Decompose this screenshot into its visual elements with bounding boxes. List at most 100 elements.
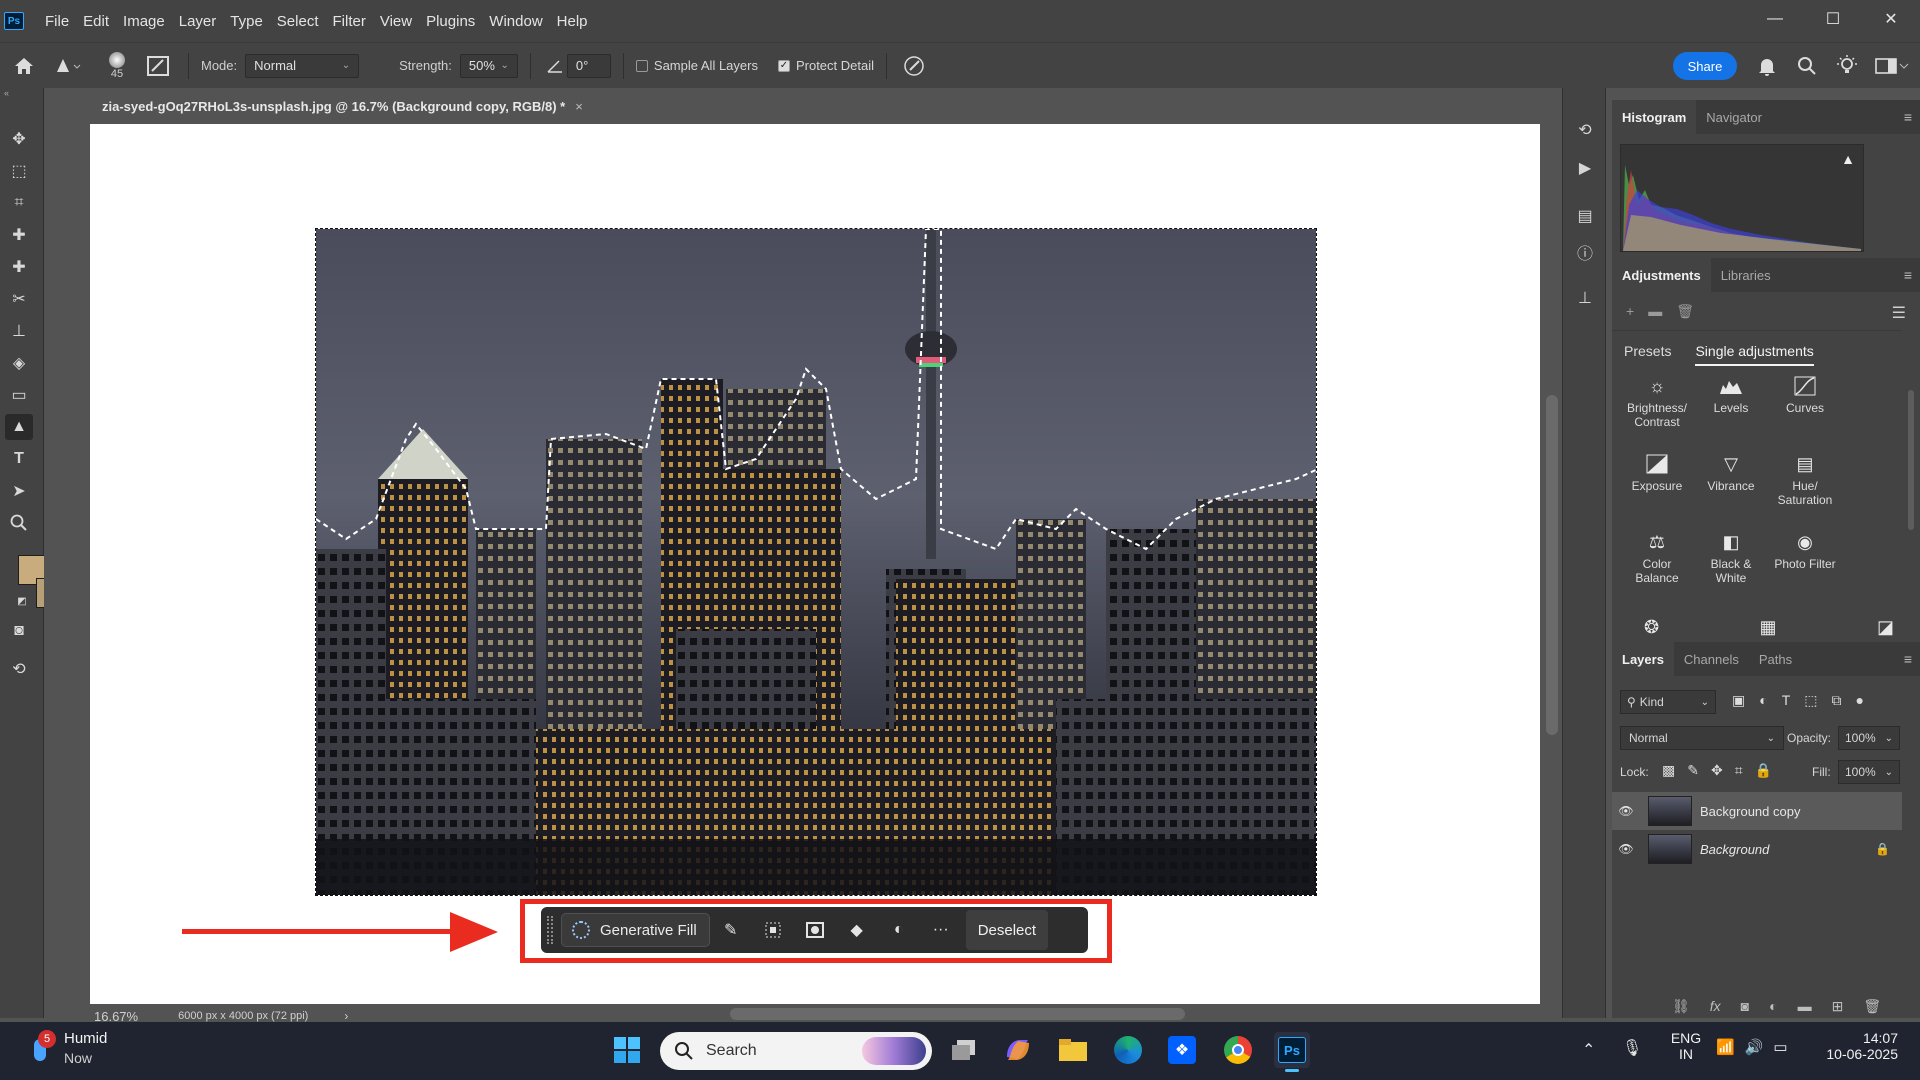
photoshop-taskbar-icon[interactable]: Ps [1274,1032,1310,1072]
adjustment-hue-saturation[interactable]: ▤ Hue/ Saturation [1768,453,1842,521]
menu-help[interactable]: Help [550,13,595,30]
document-tab[interactable]: zia-syed-gOq27RHoL3s-unsplash.jpg @ 16.7… [90,92,595,120]
path-selection-tool-icon[interactable]: ➤ [5,478,33,504]
edit-toolbar-icon[interactable]: ⟲ [5,656,33,682]
spot-healing-tool-icon[interactable]: ✚ [5,222,33,248]
horizontal-scrollbar[interactable] [730,1008,1185,1020]
blend-mode-select[interactable]: Normal ⌄ [1620,726,1784,750]
actions-panel-icon[interactable]: ▶ [1571,154,1599,182]
content-aware-move-tool-icon[interactable]: ✂ [5,286,33,312]
protect-detail-checkbox[interactable]: ✓ Protect Detail [777,58,874,73]
folder-icon[interactable]: ▬ [1648,303,1662,320]
brush-size-picker[interactable]: 45 [94,51,140,80]
strength-input[interactable]: 50% ⌄ [459,53,518,78]
clone-source-panel-icon[interactable]: ⊥ [1571,284,1599,312]
healing-brush-tool-icon[interactable]: ✚ [5,254,33,280]
city-skyline-photo[interactable] [315,228,1317,896]
panel-menu-icon[interactable]: ≡ [1904,109,1912,125]
system-tray-icons[interactable]: 📶 🔊 ▭ [1716,1038,1788,1056]
adjustment-layer-icon[interactable]: ◐ [878,913,920,947]
panel-menu-icon[interactable]: ≡ [1904,651,1912,667]
dropbox-icon[interactable]: ❖ [1164,1032,1200,1068]
add-icon[interactable]: + [1626,303,1634,320]
share-button[interactable]: Share [1673,52,1737,80]
clone-stamp-tool-icon[interactable]: ⊥ [5,318,33,344]
type-tool-icon[interactable]: T [5,446,33,472]
properties-panel-icon[interactable]: ▤ [1571,202,1599,230]
warning-icon[interactable]: ▲ [1841,151,1855,167]
subtab-presets[interactable]: Presets [1624,343,1671,366]
eye-icon[interactable]: 👁 [1612,842,1640,856]
adjustment-black-white[interactable]: ◧ Black & White [1694,531,1768,599]
menu-edit[interactable]: Edit [76,13,116,30]
minimize-button[interactable]: — [1746,0,1804,38]
layer-row[interactable]: 👁 Background 🔒 [1612,830,1902,868]
adjustments-scrollbar[interactable] [1908,390,1914,530]
smart-object-filter-icon[interactable]: ⧉ [1832,692,1842,709]
gradient-tool-icon[interactable]: ▭ [5,382,33,408]
tab-histogram[interactable]: Histogram [1612,100,1697,134]
mask-icon[interactable] [794,913,836,947]
default-colors-icon[interactable]: ◩ [8,588,36,614]
taskbar-search-box[interactable]: Search [660,1032,932,1070]
tab-navigator[interactable]: Navigator [1696,100,1772,134]
menu-type[interactable]: Type [223,13,270,30]
tab-paths[interactable]: Paths [1749,642,1802,676]
lock-icon[interactable]: 🔒 [1875,842,1890,856]
crop-tool-icon[interactable]: ⌗ [5,190,33,216]
home-icon[interactable] [0,57,48,75]
generative-fill-button[interactable]: Generative Fill [561,913,710,947]
subtab-single-adjustments[interactable]: Single adjustments [1695,343,1814,366]
search-icon[interactable] [1794,53,1820,79]
list-view-icon[interactable]: ☰ [1892,303,1906,323]
adjustment-levels[interactable]: Levels [1694,375,1768,443]
more-options-icon[interactable]: ··· [920,913,962,947]
move-tool-icon[interactable]: ✥ [5,126,33,152]
sharpen-tool-icon[interactable]: ▲ [5,414,33,440]
add-mask-icon[interactable]: ◙ [1741,998,1749,1015]
drag-handle-icon[interactable] [547,916,553,944]
adjustment-exposure[interactable]: Exposure [1620,453,1694,521]
info-panel-icon[interactable]: ⓘ [1571,238,1599,266]
menu-filter[interactable]: Filter [326,13,373,30]
new-group-icon[interactable]: ▬ [1798,998,1812,1015]
adjustment-color-balance[interactable]: ⚖ Color Balance [1620,531,1694,599]
adjustment-curves[interactable]: Curves [1768,375,1842,443]
menu-image[interactable]: Image [116,13,172,30]
adjustment-brightness-contrast[interactable]: ☼ Brightness/ Contrast [1620,375,1694,443]
menu-file[interactable]: File [38,13,76,30]
pressure-pen-icon[interactable] [899,55,929,77]
link-layers-icon[interactable]: ⛓ [1672,998,1690,1015]
adjustment-vibrance[interactable]: ▽ Vibrance [1694,453,1768,521]
close-tab-icon[interactable]: × [575,99,583,114]
color-lookup-icon[interactable]: ▦ [1760,617,1777,638]
invert-icon[interactable]: ◪ [1877,617,1894,638]
microphone-icon[interactable]: 🎙 [1622,1038,1642,1058]
weather-widget-icon[interactable]: 5 [22,1030,58,1068]
lock-position-icon[interactable]: ✥ [1711,762,1723,779]
chrome-browser-icon[interactable] [1220,1032,1256,1068]
status-menu-arrow[interactable]: › [344,1009,348,1023]
tab-libraries[interactable]: Libraries [1711,258,1781,292]
weather-title[interactable]: Humid [64,1030,107,1047]
file-explorer-icon[interactable] [1055,1032,1091,1068]
vertical-scrollbar[interactable] [1546,395,1558,735]
zoom-tool-icon[interactable] [5,510,33,536]
object-selection-tool-icon[interactable]: ⬚ [5,158,33,184]
new-layer-icon[interactable]: ⊞ [1832,998,1844,1015]
quick-mask-icon[interactable]: ◙ [5,618,33,644]
lock-artboard-icon[interactable]: ⌗ [1735,762,1743,779]
transform-selection-icon[interactable] [752,913,794,947]
fill-input[interactable]: 100% ⌄ [1838,760,1900,784]
modify-selection-icon[interactable]: ✎ [710,913,752,947]
delete-layer-icon[interactable]: 🗑 [1863,998,1881,1015]
pixel-layer-filter-icon[interactable]: ▣ [1732,692,1745,709]
menu-window[interactable]: Window [482,13,549,30]
menu-select[interactable]: Select [270,13,326,30]
windows-start-icon[interactable] [609,1032,645,1068]
menu-layer[interactable]: Layer [172,13,224,30]
brush-settings-icon[interactable] [140,55,176,76]
tab-channels[interactable]: Channels [1674,642,1749,676]
language-indicator[interactable]: ENG IN [1666,1030,1706,1062]
close-window-button[interactable]: ✕ [1862,0,1920,38]
